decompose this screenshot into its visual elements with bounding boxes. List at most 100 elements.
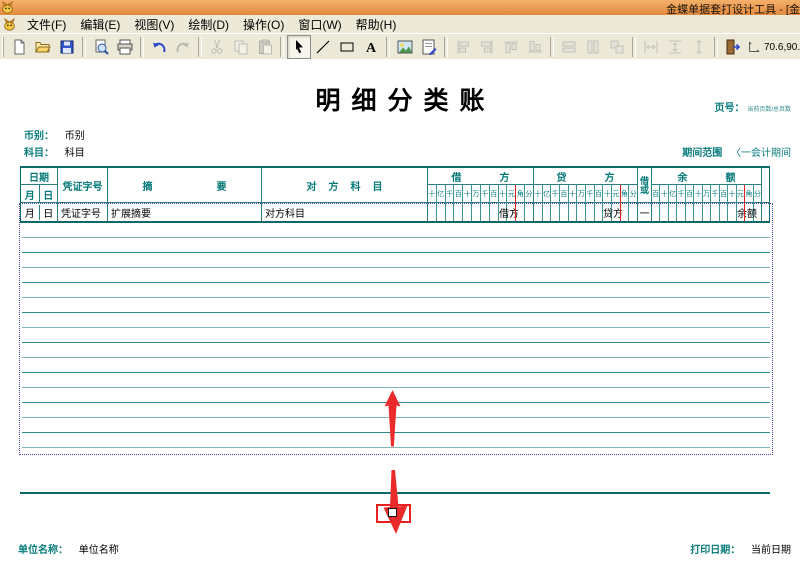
header-balance-text: 余额 bbox=[678, 169, 774, 184]
period-range-value[interactable]: 〈一会计期间 bbox=[731, 148, 791, 159]
page-number-value[interactable]: 当前页数/总页数 bbox=[747, 107, 791, 113]
yuan-divider-line bbox=[620, 185, 621, 203]
digit-cell bbox=[453, 203, 462, 221]
period-range-object[interactable]: 期间范围 〈一会计期间 bbox=[682, 144, 791, 159]
design-canvas[interactable]: 明细分类账 页号： 当前页数/总页数 币别： 币别 科目： 科目 期间范围 〈一… bbox=[0, 59, 800, 573]
digit-column-label: 亿 bbox=[436, 185, 445, 203]
row-rule-line bbox=[22, 312, 770, 313]
currency-field[interactable]: 币别 bbox=[65, 131, 85, 142]
digit-column-label: 百 bbox=[685, 185, 693, 203]
row-counter-account-field[interactable]: 对方科目 bbox=[261, 203, 427, 221]
save-icon bbox=[59, 39, 75, 55]
menu-item[interactable]: 操作(O) bbox=[236, 15, 291, 34]
credit-digit-columns: 十亿千百十万千百十元角分 bbox=[534, 185, 637, 203]
row-voucher-field[interactable]: 凭证字号 bbox=[57, 203, 107, 221]
unit-name-label[interactable]: 单位名称： bbox=[18, 545, 68, 556]
yuan-divider-line bbox=[515, 203, 516, 221]
draw-text-icon: A bbox=[363, 39, 379, 55]
row-direction-field[interactable]: 一 bbox=[637, 203, 651, 221]
print-date-field[interactable]: 当前日期 bbox=[751, 545, 791, 556]
row-summary-field[interactable]: 扩展摘要 bbox=[107, 203, 261, 221]
ledger-table[interactable]: 日期 月 日 凭证字号 摘要 对方科目 借方 十亿千百十万千百十元角分 bbox=[20, 166, 770, 452]
currency-label[interactable]: 币别： bbox=[24, 131, 54, 142]
ledger-detail-row[interactable]: 月 日 凭证字号 扩展摘要 对方科目 借方 贷方 一 余额 bbox=[20, 203, 770, 223]
coordinate-display: 70.6,90.2 mm bbox=[747, 40, 800, 54]
col-end bbox=[761, 168, 769, 202]
properties-icon bbox=[421, 39, 437, 55]
same-width-button bbox=[557, 35, 581, 59]
row-rule-line bbox=[22, 297, 770, 298]
digit-cell bbox=[652, 203, 659, 221]
save-button[interactable] bbox=[55, 35, 79, 59]
coordinate-value: 70.6,90.2 mm bbox=[764, 42, 800, 53]
print-date-label[interactable]: 打印日期： bbox=[690, 545, 740, 556]
yuan-divider-line bbox=[515, 185, 516, 203]
menu-item[interactable]: 视图(V) bbox=[127, 15, 181, 34]
digit-cell bbox=[436, 203, 445, 221]
properties-button[interactable] bbox=[417, 35, 441, 59]
page-number-label[interactable]: 页号： bbox=[715, 103, 745, 114]
align-top-button bbox=[499, 35, 523, 59]
debit-digit-columns: 十亿千百十万千百十元角分 bbox=[428, 185, 533, 203]
row-day-field[interactable]: 日 bbox=[39, 205, 58, 220]
print-button[interactable] bbox=[113, 35, 137, 59]
draw-line-button[interactable] bbox=[311, 35, 335, 59]
app-logo-icon bbox=[1, 1, 14, 14]
document-mascot-icon bbox=[3, 18, 16, 31]
account-object[interactable]: 科目： 科目 bbox=[24, 144, 85, 159]
same-size-button bbox=[605, 35, 629, 59]
menu-item[interactable]: 窗口(W) bbox=[291, 15, 348, 34]
header-day: 日 bbox=[39, 185, 58, 203]
exit-button[interactable] bbox=[721, 35, 745, 59]
digit-cell bbox=[559, 203, 568, 221]
currency-object[interactable]: 币别： 币别 bbox=[24, 127, 85, 142]
row-debit-cell[interactable]: 借方 bbox=[427, 203, 533, 221]
yuan-divider-line bbox=[744, 185, 745, 203]
draw-rectangle-button[interactable] bbox=[335, 35, 359, 59]
unit-name-object[interactable]: 单位名称： 单位名称 bbox=[18, 541, 119, 556]
insert-image-button[interactable] bbox=[393, 35, 417, 59]
row-credit-cell[interactable]: 贷方 bbox=[533, 203, 637, 221]
new-document-button[interactable] bbox=[7, 35, 31, 59]
digit-column-label: 千 bbox=[676, 185, 684, 203]
toolbar-separator bbox=[140, 37, 144, 57]
unit-name-field[interactable]: 单位名称 bbox=[79, 545, 119, 556]
menu-item[interactable]: 绘制(D) bbox=[181, 15, 236, 34]
resize-handle[interactable] bbox=[388, 508, 397, 517]
digit-column-label: 角 bbox=[515, 185, 524, 203]
title-bar: 金蝶单据套打设计工具 - [金 bbox=[0, 0, 800, 15]
header-counter-account: 对方科目 bbox=[261, 168, 427, 202]
digit-cell bbox=[710, 203, 718, 221]
digit-column-label: 千 bbox=[710, 185, 718, 203]
row-date-cell[interactable]: 月 日 bbox=[21, 203, 57, 221]
col-balance: 余额 百十亿千百十万千百十元角分 bbox=[651, 168, 761, 202]
menu-item[interactable]: 文件(F) bbox=[20, 15, 73, 34]
toolbar-separator bbox=[444, 37, 448, 57]
page-number-object[interactable]: 页号： 当前页数/总页数 bbox=[715, 99, 791, 114]
print-preview-button[interactable] bbox=[89, 35, 113, 59]
row-balance-cell[interactable]: 余额 bbox=[651, 203, 761, 221]
print-icon bbox=[117, 39, 133, 55]
row-end-cell bbox=[761, 203, 769, 221]
cut-button bbox=[205, 35, 229, 59]
account-field[interactable]: 科目 bbox=[65, 148, 85, 159]
draw-text-button[interactable]: A bbox=[359, 35, 383, 59]
header-credit: 贷方 bbox=[534, 168, 637, 185]
toolbar-grip[interactable] bbox=[2, 37, 4, 57]
row-month-field[interactable]: 月 bbox=[21, 205, 39, 220]
undo-button[interactable] bbox=[147, 35, 171, 59]
select-pointer-button[interactable] bbox=[287, 35, 311, 59]
digit-cell bbox=[471, 203, 480, 221]
ledger-title-object[interactable]: 明细分类账 bbox=[0, 81, 800, 117]
menu-item[interactable]: 帮助(H) bbox=[349, 15, 404, 34]
row-balance-field[interactable]: 余额 bbox=[737, 203, 757, 221]
period-range-label[interactable]: 期间范围 bbox=[682, 148, 722, 159]
menu-item[interactable]: 编辑(E) bbox=[73, 15, 127, 34]
toolbar-separator bbox=[550, 37, 554, 57]
row-rule-line bbox=[22, 282, 770, 283]
align-right-button bbox=[475, 35, 499, 59]
account-label[interactable]: 科目： bbox=[24, 148, 54, 159]
open-file-button[interactable] bbox=[31, 35, 55, 59]
print-date-object[interactable]: 打印日期： 当前日期 bbox=[690, 541, 791, 556]
same-width-icon bbox=[561, 39, 577, 55]
